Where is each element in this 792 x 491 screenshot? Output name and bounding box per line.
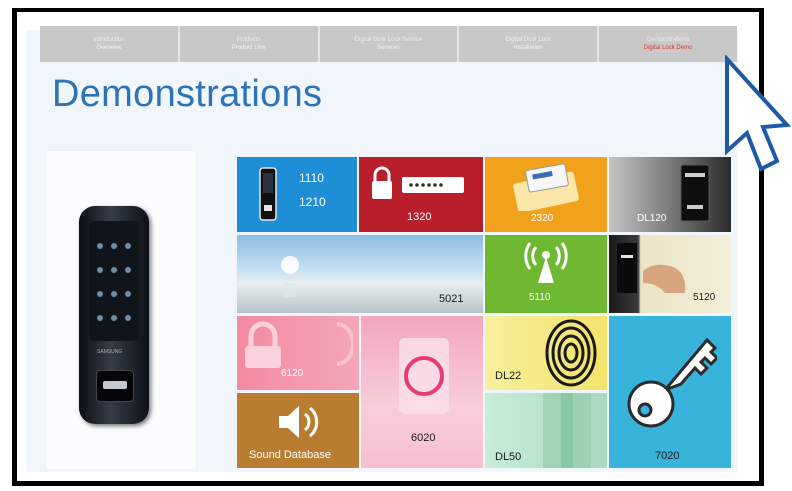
tile-label: 6020 <box>411 432 436 444</box>
nav-item-sublabel: Overview <box>96 45 122 51</box>
door-photo-icon <box>543 393 591 468</box>
tile-5120[interactable]: 5120 <box>609 235 731 313</box>
wireless-signal-icon <box>524 242 568 283</box>
page-title: Demonstrations <box>52 73 323 115</box>
nav-item-sublabel: Services <box>376 45 400 51</box>
keypad-key <box>97 267 103 273</box>
keypad-key <box>97 291 103 297</box>
top-navigation: Introduction Overview Products Product L… <box>40 26 737 62</box>
tile-label: 5120 <box>693 292 716 303</box>
nav-item-label: Introduction <box>93 37 125 43</box>
tile-label: 7020 <box>655 450 680 462</box>
keypad-key <box>111 291 117 297</box>
tile-label: 1110 <box>299 171 324 185</box>
speaker-icon <box>279 406 319 438</box>
tile-1110-1210[interactable]: 1110 1210 <box>237 157 357 232</box>
nav-item-products[interactable]: Products Product Line <box>179 26 320 62</box>
tile-5110[interactable]: 5110 <box>485 235 607 313</box>
tile-1320[interactable]: 1320 <box>359 157 483 232</box>
padlock-icon <box>245 321 353 368</box>
door-lock-icon <box>259 167 277 221</box>
nav-item-sublabel: Installation <box>513 45 543 51</box>
tile-6120[interactable]: 6120 <box>237 316 359 390</box>
tile-label: DL22 <box>495 370 522 382</box>
keypad-key <box>111 315 117 321</box>
nav-item-introduction[interactable]: Introduction Overview <box>40 26 180 62</box>
key-icon <box>627 337 717 428</box>
tile-sound-database[interactable]: Sound Database <box>237 393 359 468</box>
keypad-key <box>125 315 131 321</box>
nav-item-label: Digital Door Lock Service <box>354 37 423 43</box>
tile-label: 5110 <box>529 292 551 303</box>
tile-7020[interactable]: 7020 <box>609 316 731 468</box>
keypad-key <box>125 291 131 297</box>
nav-item-label: Digital Door Lock <box>505 37 552 43</box>
keypad-key <box>125 243 131 249</box>
sky-photo <box>281 256 299 297</box>
keypad-key <box>97 243 103 249</box>
tile-5021[interactable]: 5021 <box>237 235 483 313</box>
lock-handle <box>96 370 134 402</box>
password-lock-icon <box>372 166 464 199</box>
card-slot <box>103 381 127 389</box>
product-image-panel: SAMSUNG <box>45 150 197 470</box>
nav-item-demonstrations[interactable]: Demonstrations Digital Lock Demo <box>599 26 737 62</box>
tile-6020[interactable]: 6020 <box>361 316 483 468</box>
nav-item-sublabel: Product Line <box>231 45 266 51</box>
keypad-key <box>97 315 103 321</box>
tile-2320[interactable]: 2320 <box>485 157 607 232</box>
tile-label: Sound Database <box>249 449 331 461</box>
keypad-screen <box>89 221 139 341</box>
door-lock-photo-icon <box>680 164 710 222</box>
tile-dl50[interactable]: DL50 <box>485 393 607 468</box>
tile-label: 1320 <box>407 211 432 223</box>
ring-button-icon <box>399 338 449 414</box>
tile-label: 5021 <box>439 293 464 305</box>
hand-door-icon <box>617 243 686 293</box>
keypad-key <box>111 267 117 273</box>
nav-item-services[interactable]: Digital Door Lock Service Services <box>319 26 460 62</box>
card-key-icon <box>513 163 579 211</box>
keypad-key <box>125 267 131 273</box>
nav-item-installation[interactable]: Digital Door Lock Installation <box>459 26 600 62</box>
tile-label: DL120 <box>637 213 667 224</box>
nav-item-label: Demonstrations <box>647 37 690 43</box>
tile-dl120[interactable]: DL120 <box>609 157 731 232</box>
tile-label: DL50 <box>495 451 522 463</box>
tile-label: 1210 <box>299 195 326 209</box>
mouse-cursor-icon <box>725 55 791 172</box>
nav-item-sublabel-active: Digital Lock Demo <box>643 45 693 51</box>
product-brand-label: SAMSUNG <box>97 349 123 355</box>
door-lock-product-image: SAMSUNG <box>79 206 149 424</box>
tile-label: 6120 <box>281 368 304 379</box>
fingerprint-icon <box>545 319 597 387</box>
tile-label: 2320 <box>531 213 554 224</box>
keypad-key <box>111 243 117 249</box>
tile-dl22[interactable]: DL22 <box>485 316 607 390</box>
nav-item-label: Products <box>236 37 261 43</box>
